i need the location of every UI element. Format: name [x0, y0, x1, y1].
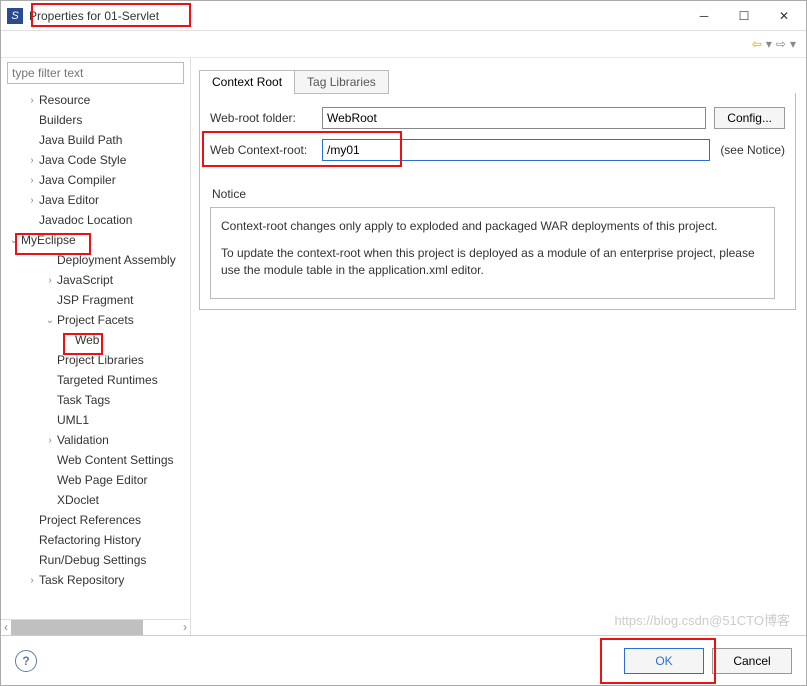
- tree-item[interactable]: Web Page Editor: [1, 470, 190, 490]
- chevron-right-icon[interactable]: ›: [43, 435, 57, 446]
- dialog-body: ›ResourceBuildersJava Build Path›Java Co…: [1, 57, 806, 635]
- tree-item[interactable]: ›Java Code Style: [1, 150, 190, 170]
- window-title: Properties for 01-Servlet: [29, 9, 684, 23]
- app-icon: S: [7, 8, 23, 24]
- cancel-button[interactable]: Cancel: [712, 648, 792, 674]
- sidebar: ›ResourceBuildersJava Build Path›Java Co…: [1, 58, 191, 635]
- tree-item-label: Java Editor: [39, 193, 99, 207]
- tree-item[interactable]: ›Task Repository: [1, 570, 190, 590]
- back-icon[interactable]: ⇦: [752, 37, 762, 51]
- tree-item[interactable]: Targeted Runtimes: [1, 370, 190, 390]
- tab-strip: Context RootTag Libraries: [199, 70, 806, 94]
- properties-dialog: S Properties for 01-Servlet ─ ☐ ✕ ⇦ ▾ ⇨ …: [0, 0, 807, 686]
- notice-p2: To update the context-root when this pro…: [221, 245, 764, 279]
- help-icon[interactable]: ?: [15, 650, 37, 672]
- tree-item[interactable]: ⌄MyEclipse: [1, 230, 190, 250]
- tree-item[interactable]: UML1: [1, 410, 190, 430]
- webroot-input[interactable]: [322, 107, 706, 129]
- minimize-button[interactable]: ─: [684, 2, 724, 30]
- chevron-right-icon[interactable]: ›: [43, 275, 57, 286]
- tree-item-label: UML1: [57, 413, 89, 427]
- notice-heading: Notice: [212, 187, 785, 201]
- tree-item[interactable]: ›Resource: [1, 90, 190, 110]
- tree-item-label: Task Tags: [57, 393, 110, 407]
- tree-item-label: Builders: [39, 113, 82, 127]
- tree-item[interactable]: Run/Debug Settings: [1, 550, 190, 570]
- tree-item[interactable]: Project Libraries: [1, 350, 190, 370]
- maximize-button[interactable]: ☐: [724, 2, 764, 30]
- tab[interactable]: Tag Libraries: [294, 70, 389, 94]
- tree-item[interactable]: Web Content Settings: [1, 450, 190, 470]
- tree-item-label: Javadoc Location: [39, 213, 132, 227]
- tree-item-label: JSP Fragment: [57, 293, 133, 307]
- properties-tree[interactable]: ›ResourceBuildersJava Build Path›Java Co…: [1, 88, 190, 619]
- tree-item-label: Java Compiler: [39, 173, 116, 187]
- chevron-right-icon[interactable]: ›: [25, 175, 39, 186]
- tree-item-label: Project Facets: [57, 313, 134, 327]
- watermark-text: https://blog.csdn@51CTO博客: [614, 610, 790, 629]
- tree-item-label: JavaScript: [57, 273, 113, 287]
- nav-toolbar: ⇦ ▾ ⇨ ▾: [1, 31, 806, 57]
- config-button[interactable]: Config...: [714, 107, 785, 129]
- tree-item-label: Refactoring History: [39, 533, 141, 547]
- tree-item-label: Web Content Settings: [57, 453, 174, 467]
- tree-item-label: Project Libraries: [57, 353, 144, 367]
- filter-input[interactable]: [7, 62, 184, 84]
- bottom-bar: ? OK Cancel: [1, 635, 806, 685]
- forward-icon[interactable]: ⇨: [776, 37, 786, 51]
- see-notice-text: (see Notice): [720, 143, 785, 157]
- notice-p1: Context-root changes only apply to explo…: [221, 218, 764, 235]
- chevron-right-icon[interactable]: ›: [25, 95, 39, 106]
- tree-item-label: XDoclet: [57, 493, 99, 507]
- ok-button[interactable]: OK: [624, 648, 704, 674]
- contextroot-input[interactable]: [322, 139, 710, 161]
- contextroot-row: Web Context-root: (see Notice): [210, 139, 785, 161]
- tree-item[interactable]: ›JavaScript: [1, 270, 190, 290]
- back-menu-icon[interactable]: ▾: [766, 37, 772, 51]
- close-button[interactable]: ✕: [764, 2, 804, 30]
- chevron-down-icon[interactable]: ⌄: [7, 235, 21, 246]
- tree-item[interactable]: ›Java Compiler: [1, 170, 190, 190]
- tree-item[interactable]: ›Java Editor: [1, 190, 190, 210]
- titlebar: S Properties for 01-Servlet ─ ☐ ✕: [1, 1, 806, 31]
- tree-item-label: Project References: [39, 513, 141, 527]
- tree-item-label: Deployment Assembly: [57, 253, 176, 267]
- contextroot-label: Web Context-root:: [210, 143, 322, 157]
- context-root-panel: Web-root folder: Config... Web Context-r…: [199, 93, 796, 310]
- tree-item-label: Validation: [57, 433, 109, 447]
- sidebar-scrollbar[interactable]: ‹ ›: [1, 619, 190, 635]
- tree-item[interactable]: Deployment Assembly: [1, 250, 190, 270]
- tree-item[interactable]: Java Build Path: [1, 130, 190, 150]
- tab[interactable]: Context Root: [199, 70, 295, 94]
- tree-item[interactable]: ›Validation: [1, 430, 190, 450]
- tree-item-label: Java Build Path: [39, 133, 122, 147]
- tree-item-label: Targeted Runtimes: [57, 373, 158, 387]
- tree-item[interactable]: Builders: [1, 110, 190, 130]
- chevron-right-icon[interactable]: ›: [25, 195, 39, 206]
- chevron-right-icon[interactable]: ›: [25, 575, 39, 586]
- tree-item[interactable]: XDoclet: [1, 490, 190, 510]
- tree-item[interactable]: ⌄Project Facets: [1, 310, 190, 330]
- tree-item-label: Java Code Style: [39, 153, 126, 167]
- tree-item-label: Run/Debug Settings: [39, 553, 146, 567]
- tree-item[interactable]: Refactoring History: [1, 530, 190, 550]
- tree-item-label: MyEclipse: [21, 233, 76, 247]
- notice-box: Context-root changes only apply to explo…: [210, 207, 775, 299]
- tree-item[interactable]: Web: [1, 330, 190, 350]
- tree-item[interactable]: Project References: [1, 510, 190, 530]
- tree-item[interactable]: Task Tags: [1, 390, 190, 410]
- tree-item-label: Resource: [39, 93, 90, 107]
- chevron-right-icon[interactable]: ›: [25, 155, 39, 166]
- tree-item-label: Web: [75, 333, 99, 347]
- webroot-row: Web-root folder: Config...: [210, 107, 785, 129]
- tree-item-label: Web Page Editor: [57, 473, 148, 487]
- forward-menu-icon[interactable]: ▾: [790, 37, 796, 51]
- chevron-down-icon[interactable]: ⌄: [43, 315, 57, 326]
- window-buttons: ─ ☐ ✕: [684, 2, 804, 30]
- content-area: Context RootTag Libraries Web-root folde…: [191, 58, 806, 635]
- tree-item-label: Task Repository: [39, 573, 124, 587]
- tree-item[interactable]: JSP Fragment: [1, 290, 190, 310]
- tree-item[interactable]: Javadoc Location: [1, 210, 190, 230]
- webroot-label: Web-root folder:: [210, 111, 322, 125]
